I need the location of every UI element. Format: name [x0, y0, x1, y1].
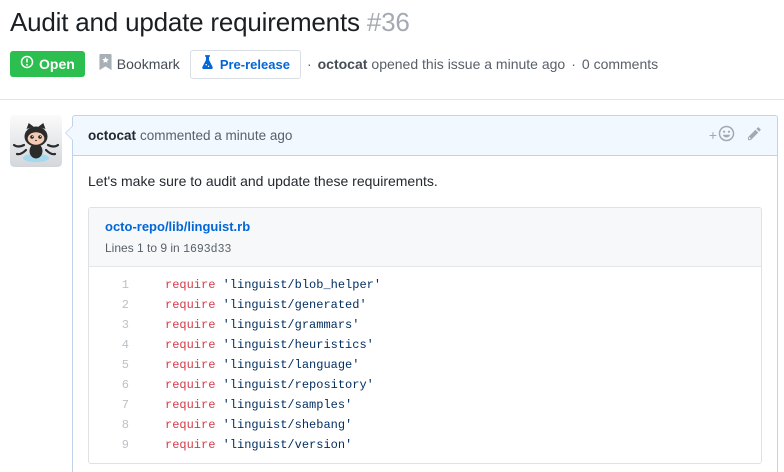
- code-line: require 'linguist/shebang': [139, 415, 761, 435]
- code-keyword: require: [165, 298, 215, 312]
- code-string: 'linguist/version': [223, 438, 353, 452]
- code-line: require 'linguist/repository': [139, 375, 761, 395]
- prerelease-badge[interactable]: Pre-release: [190, 50, 301, 79]
- issue-header: Audit and update requirements #36 Open: [0, 0, 784, 100]
- code-keyword: require: [165, 338, 215, 352]
- code-keyword: require: [165, 358, 215, 372]
- code-snippet-header: octo-repo/lib/linguist.rb Lines 1 to 9 i…: [89, 208, 761, 267]
- code-keyword: require: [165, 398, 215, 412]
- line-number: 3: [89, 315, 139, 335]
- comment-actions: +: [709, 125, 762, 145]
- comment-box: octocat commented a minute ago +: [72, 115, 778, 472]
- code-line: require 'linguist/language': [139, 355, 761, 375]
- bookmark-label-item[interactable]: Bookmark: [99, 54, 180, 74]
- prerelease-label: Pre-release: [220, 56, 290, 73]
- code-line-row: 2 require 'linguist/generated': [89, 295, 761, 315]
- code-line-row: 7 require 'linguist/samples': [89, 395, 761, 415]
- code-string: 'linguist/samples': [223, 398, 353, 412]
- code-string: 'linguist/heuristics': [223, 338, 374, 352]
- code-line-row: 1 require 'linguist/blob_helper': [89, 275, 761, 295]
- octocat-avatar[interactable]: [10, 115, 62, 167]
- line-number: 1: [89, 275, 139, 295]
- line-number: 5: [89, 355, 139, 375]
- code-keyword: require: [165, 318, 215, 332]
- code-line: require 'linguist/grammars': [139, 315, 761, 335]
- issue-page: Audit and update requirements #36 Open: [0, 0, 784, 472]
- code-snippet-block: octo-repo/lib/linguist.rb Lines 1 to 9 i…: [88, 207, 762, 464]
- beaker-icon: [201, 55, 214, 74]
- line-number: 7: [89, 395, 139, 415]
- issue-number: #36: [367, 7, 410, 37]
- comment-header: octocat commented a minute ago +: [73, 116, 777, 156]
- issue-meta-row: Open Bookmark: [10, 50, 774, 99]
- line-number: 2: [89, 295, 139, 315]
- code-string: 'linguist/repository': [223, 378, 374, 392]
- issue-opened-icon: [20, 55, 34, 73]
- meta-separator: ·: [307, 56, 312, 72]
- line-number: 4: [89, 335, 139, 355]
- code-line: require 'linguist/heuristics': [139, 335, 761, 355]
- lines-range-label: Lines 1 to 9 in: [105, 241, 180, 255]
- add-reaction-button[interactable]: +: [709, 125, 735, 145]
- issue-opened-text: opened this issue a minute ago: [371, 56, 565, 72]
- code-string: 'linguist/shebang': [223, 418, 353, 432]
- edit-comment-button[interactable]: [747, 126, 762, 144]
- code-line: require 'linguist/version': [139, 435, 761, 455]
- code-line: require 'linguist/blob_helper': [139, 275, 761, 295]
- code-string: 'linguist/blob_helper': [223, 278, 381, 292]
- bookmark-star-icon: [99, 54, 112, 74]
- issue-state-badge: Open: [10, 51, 85, 77]
- comment-timestamp: commented a minute ago: [140, 128, 292, 143]
- code-line-row: 5 require 'linguist/language': [89, 355, 761, 375]
- issue-timeline: octocat commented a minute ago +: [0, 100, 784, 472]
- plus-icon: +: [709, 128, 717, 142]
- comments-count: 0 comments: [582, 56, 658, 72]
- code-line-row: 9 require 'linguist/version': [89, 435, 761, 455]
- comment-text: Let's make sure to audit and update thes…: [88, 171, 762, 192]
- code-string: 'linguist/grammars': [223, 318, 360, 332]
- code-line-row: 4 require 'linguist/heuristics': [89, 335, 761, 355]
- code-line-row: 6 require 'linguist/repository': [89, 375, 761, 395]
- code-line: require 'linguist/generated': [139, 295, 761, 315]
- lines-meta: Lines 1 to 9 in 1693d33: [105, 239, 745, 258]
- code-line-row: 8 require 'linguist/shebang': [89, 415, 761, 435]
- issue-title-text: Audit and update requirements: [10, 7, 360, 37]
- comment-body: Let's make sure to audit and update thes…: [73, 156, 777, 472]
- issue-state-label: Open: [39, 55, 75, 73]
- meta-separator-2: ·: [571, 56, 576, 72]
- line-number: 8: [89, 415, 139, 435]
- code-keyword: require: [165, 418, 215, 432]
- code-line-row: 3 require 'linguist/grammars': [89, 315, 761, 335]
- issue-author-link[interactable]: octocat: [318, 56, 368, 72]
- code-keyword: require: [165, 438, 215, 452]
- comment-author-link[interactable]: octocat: [88, 128, 136, 143]
- code-keyword: require: [165, 278, 215, 292]
- bookmark-label: Bookmark: [117, 56, 180, 72]
- line-number: 9: [89, 435, 139, 455]
- code-string: 'linguist/language': [223, 358, 360, 372]
- code-table: 1 require 'linguist/blob_helper' 2 requi…: [89, 275, 761, 455]
- pencil-icon: [747, 126, 762, 144]
- code-line: require 'linguist/samples': [139, 395, 761, 415]
- commit-sha-link[interactable]: 1693d33: [183, 243, 231, 256]
- file-path-link[interactable]: octo-repo/lib/linguist.rb: [105, 218, 250, 235]
- line-number: 6: [89, 375, 139, 395]
- issue-title: Audit and update requirements #36: [10, 8, 774, 38]
- smiley-icon: [718, 125, 735, 145]
- code-keyword: require: [165, 378, 215, 392]
- code-string: 'linguist/generated': [223, 298, 367, 312]
